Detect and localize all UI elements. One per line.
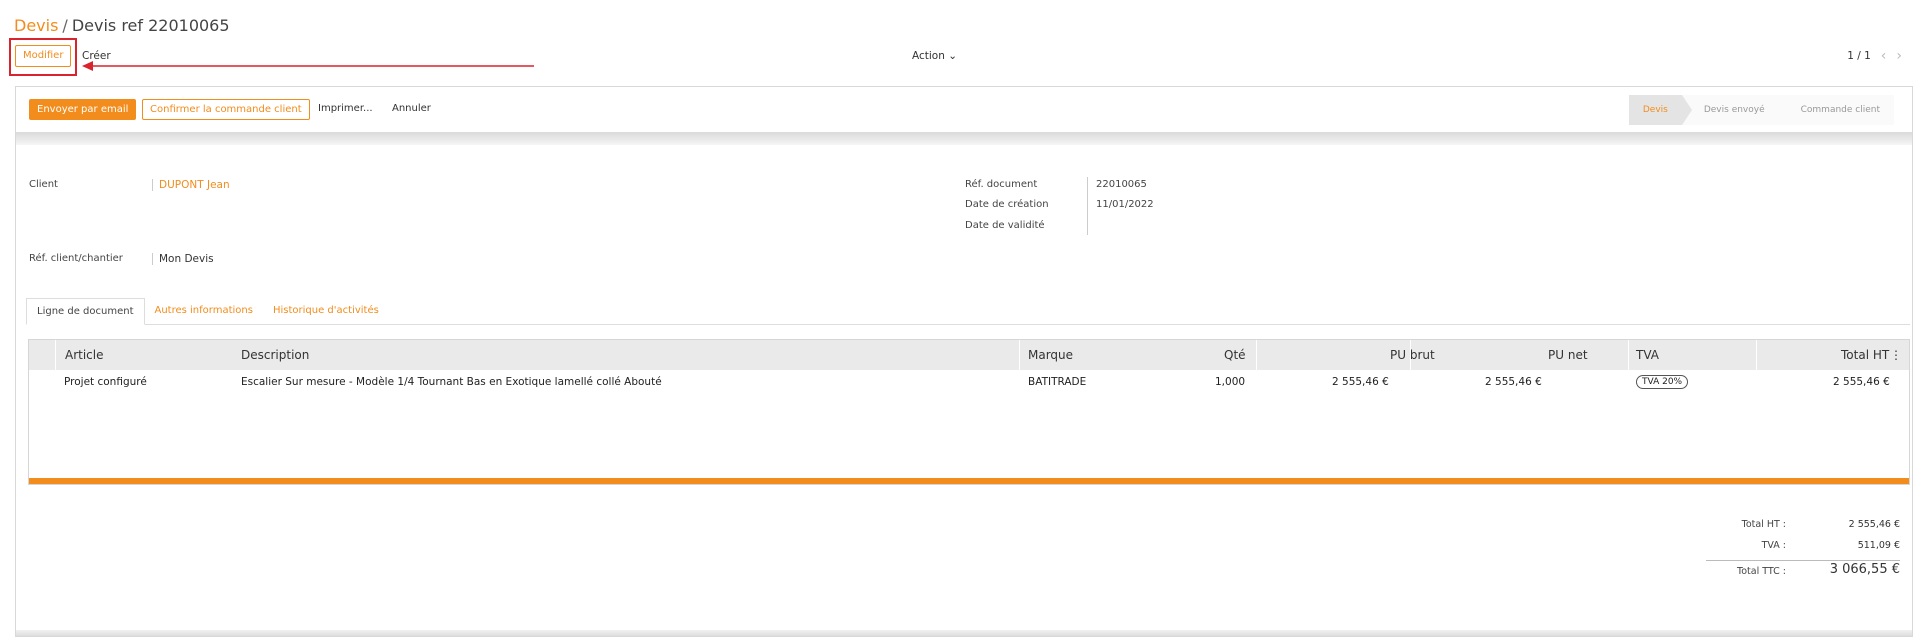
client-label: Client bbox=[29, 179, 58, 190]
column-separator bbox=[1019, 340, 1020, 370]
action-menu-label: Action bbox=[912, 50, 945, 62]
tva-total-value: 511,09 € bbox=[1857, 540, 1900, 551]
column-separator bbox=[55, 340, 56, 370]
cell-tva: TVA 20% bbox=[1636, 375, 1689, 389]
tva-badge: TVA 20% bbox=[1636, 375, 1689, 389]
breadcrumb: Devis / Devis ref 22010065 bbox=[14, 16, 230, 35]
print-button[interactable]: Imprimer... bbox=[318, 103, 373, 114]
column-separator bbox=[1256, 340, 1257, 370]
total-ttc-value: 3 066,55 € bbox=[1829, 562, 1900, 577]
pager: 1 / 1 ‹ › bbox=[1847, 48, 1902, 64]
stage-progress: Devis Devis envoyé Commande client bbox=[1628, 95, 1894, 125]
column-header-tva[interactable]: TVA bbox=[1636, 340, 1659, 370]
column-separator bbox=[1756, 340, 1757, 370]
column-header-qte[interactable]: Qté bbox=[1224, 340, 1246, 370]
chevron-right-icon[interactable]: › bbox=[1896, 48, 1902, 64]
totals-divider bbox=[1706, 560, 1900, 561]
status-bar: Envoyer par email Confirmer la commande … bbox=[16, 87, 1912, 133]
tab-bar: Ligne de document Autres informations Hi… bbox=[26, 298, 1910, 325]
cell-qte: 1,000 bbox=[1215, 376, 1246, 388]
page-title: Devis ref 22010065 bbox=[71, 16, 230, 35]
cell-description: Escalier Sur mesure - Modèle 1/4 Tournan… bbox=[241, 376, 662, 388]
cancel-button[interactable]: Annuler bbox=[392, 103, 431, 114]
pager-value: 1 / 1 bbox=[1847, 50, 1871, 62]
tab-historique[interactable]: Historique d'activités bbox=[263, 298, 389, 325]
column-options-icon[interactable]: ⋮ bbox=[1890, 340, 1902, 370]
cell-pu-brut: 2 555,46 € bbox=[1332, 376, 1389, 388]
cell-total-ht: 2 555,46 € bbox=[1833, 376, 1890, 388]
cell-marque: BATITRADE bbox=[1028, 376, 1087, 388]
breadcrumb-parent-link[interactable]: Devis bbox=[14, 16, 58, 35]
send-email-button[interactable]: Envoyer par email bbox=[29, 99, 137, 120]
tab-autres-informations[interactable]: Autres informations bbox=[145, 298, 263, 325]
annotation-arrow bbox=[82, 61, 534, 71]
validity-date-label: Date de validité bbox=[965, 220, 1045, 231]
tab-lignes[interactable]: Ligne de document bbox=[26, 298, 145, 325]
confirm-order-button[interactable]: Confirmer la commande client bbox=[142, 99, 310, 120]
chevron-left-icon[interactable]: ‹ bbox=[1881, 48, 1887, 64]
column-separator bbox=[1410, 340, 1411, 370]
table-footer-bar bbox=[29, 478, 1909, 484]
doc-ref-label: Réf. document bbox=[965, 179, 1038, 190]
sheet-bottom-shadow bbox=[16, 630, 1912, 636]
stage-commande-client[interactable]: Commande client bbox=[1778, 95, 1894, 125]
table-header: Article Description Marque Qté PU brut P… bbox=[29, 340, 1909, 370]
client-value[interactable]: DUPONT Jean bbox=[152, 179, 230, 191]
breadcrumb-separator: / bbox=[62, 16, 68, 35]
annotation-highlight-box bbox=[9, 38, 77, 76]
action-menu[interactable]: Action ⌄ bbox=[912, 50, 957, 62]
create-button[interactable]: Créer bbox=[82, 50, 111, 62]
chevron-down-icon: ⌄ bbox=[948, 50, 958, 62]
column-header-marque[interactable]: Marque bbox=[1028, 340, 1073, 370]
document-lines-table: Article Description Marque Qté PU brut P… bbox=[28, 339, 1910, 485]
total-ht-label: Total HT : bbox=[1741, 519, 1786, 530]
stage-devis[interactable]: Devis bbox=[1628, 95, 1692, 125]
header-shadow bbox=[16, 133, 1912, 145]
cell-pu-net: 2 555,46 € bbox=[1485, 376, 1542, 388]
column-header-pu-brut[interactable]: PU brut bbox=[1390, 340, 1435, 370]
field-divider bbox=[1087, 177, 1088, 235]
client-ref-value[interactable]: Mon Devis bbox=[152, 253, 214, 265]
form-sheet: Envoyer par email Confirmer la commande … bbox=[15, 86, 1913, 637]
client-ref-label: Réf. client/chantier bbox=[29, 253, 123, 264]
tva-total-label: TVA : bbox=[1761, 540, 1786, 551]
column-header-article[interactable]: Article bbox=[65, 340, 104, 370]
column-header-description[interactable]: Description bbox=[241, 340, 309, 370]
column-header-total-ht[interactable]: Total HT bbox=[1841, 340, 1889, 370]
doc-ref-value: 22010065 bbox=[1096, 179, 1147, 190]
total-ht-value: 2 555,46 € bbox=[1848, 519, 1900, 530]
creation-date-value: 11/01/2022 bbox=[1096, 199, 1154, 210]
total-ttc-label: Total TTC : bbox=[1737, 566, 1786, 577]
column-header-pu-net[interactable]: PU net bbox=[1548, 340, 1588, 370]
cell-article: Projet configuré bbox=[64, 376, 147, 388]
column-separator bbox=[1628, 340, 1629, 370]
creation-date-label: Date de création bbox=[965, 199, 1049, 210]
stage-devis-envoye[interactable]: Devis envoyé bbox=[1681, 95, 1789, 125]
